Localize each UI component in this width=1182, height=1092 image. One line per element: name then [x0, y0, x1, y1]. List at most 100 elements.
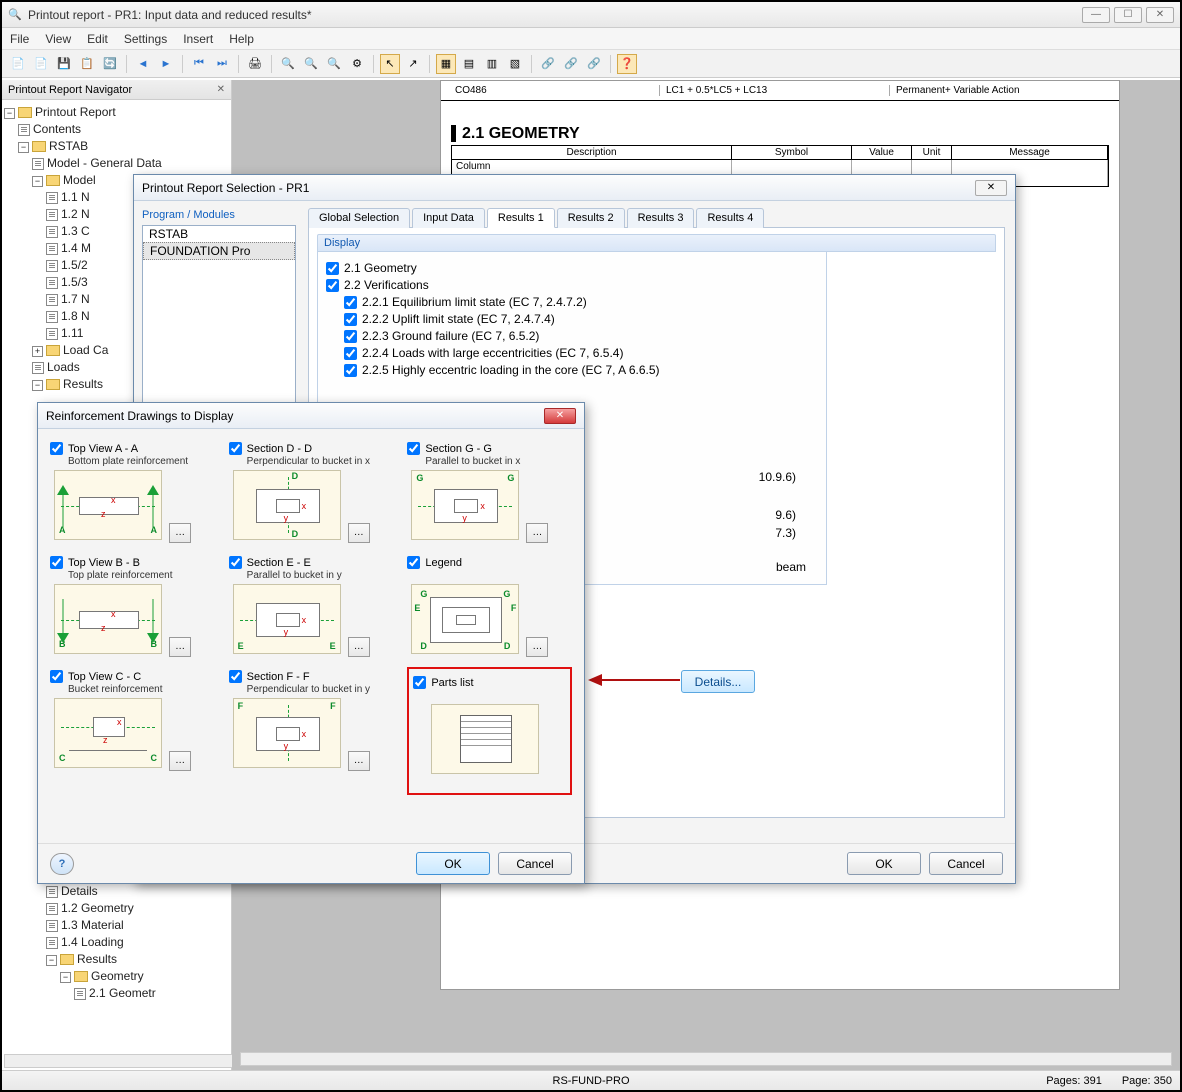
tool-last-icon[interactable]: ⏭ [212, 54, 232, 74]
dlg2-help-button[interactable]: ? [50, 853, 74, 875]
browse-e-button[interactable]: … [348, 637, 370, 657]
chk-geometry[interactable]: 2.1 Geometry [326, 261, 818, 275]
browse-legend-button[interactable]: … [526, 637, 548, 657]
tool-refresh-icon[interactable]: 🔄 [100, 54, 120, 74]
tab-input-data[interactable]: Input Data [412, 208, 485, 228]
page-hdr-lc: LC1 + 0.5*LC5 + LC13 [659, 85, 889, 96]
tool-save-icon[interactable]: 💾 [54, 54, 74, 74]
thumb-legend: GG DD EF [411, 584, 519, 654]
cell-top-view-a: Top View A - A Bottom plate reinforcemen… [50, 439, 215, 543]
module-foundation-pro[interactable]: FOUNDATION Pro [143, 242, 295, 260]
tool-link1-icon[interactable]: 🔗 [538, 54, 558, 74]
tool-next-icon[interactable]: ► [156, 54, 176, 74]
thumb-b: BB xz [54, 584, 162, 654]
tool-help-icon[interactable]: ❓ [617, 54, 637, 74]
tab-results-4[interactable]: Results 4 [696, 208, 764, 228]
tool-page4-icon[interactable]: ▧ [505, 54, 525, 74]
thumb-g: GG xy [411, 470, 519, 540]
section-title: 2.1 GEOMETRY [441, 119, 1119, 145]
chk-verifications[interactable]: 2.2 Verifications [326, 278, 818, 292]
cell-section-g: Section G - G Parallel to bucket in x GG… [407, 439, 572, 543]
menu-insert[interactable]: Insert [183, 32, 213, 46]
tool-prev-icon[interactable]: ◄ [133, 54, 153, 74]
menu-help[interactable]: Help [229, 32, 254, 46]
cell-top-view-b: Top View B - B Top plate reinforcement B… [50, 553, 215, 657]
menu-settings[interactable]: Settings [124, 32, 167, 46]
minimize-button[interactable]: — [1082, 7, 1110, 23]
menu-edit[interactable]: Edit [87, 32, 108, 46]
status-page: Page: 350 [1122, 1075, 1172, 1087]
thumb-f: FF xy [233, 698, 341, 768]
dlg1-close-icon[interactable]: ✕ [975, 180, 1007, 196]
toolbar: 📄 📄 💾 📋 🔄 ◄ ► ⏮ ⏭ 🖨 🔍 🔍 🔍 ⚙ ↖ ↗ ▦ ▤ ▥ ▧ … [2, 50, 1180, 78]
chk-ground-failure[interactable]: 2.2.3 Ground failure (EC 7, 6.5.2) [344, 329, 818, 343]
tool-first-icon[interactable]: ⏮ [189, 54, 209, 74]
dlg2-cancel-button[interactable]: Cancel [498, 852, 572, 875]
cell-parts-list: Parts list [407, 667, 572, 795]
chk-equilibrium[interactable]: 2.2.1 Equilibrium limit state (EC 7, 2.4… [344, 295, 818, 309]
menu-view[interactable]: View [45, 32, 71, 46]
navigator-close-icon[interactable]: ✕ [217, 84, 225, 95]
browse-d-button[interactable]: … [348, 523, 370, 543]
tool-zoomin-icon[interactable]: 🔍 [301, 54, 321, 74]
dlg1-ok-button[interactable]: OK [847, 852, 921, 875]
tool-pointer-icon[interactable]: ↗ [403, 54, 423, 74]
tool-zoomout-icon[interactable]: 🔍 [278, 54, 298, 74]
status-pages: Pages: 391 [1046, 1075, 1102, 1087]
menu-file[interactable]: File [10, 32, 29, 46]
browse-f-button[interactable]: … [348, 751, 370, 771]
status-app: RS-FUND-PRO [553, 1075, 630, 1087]
chk-highly-ecc[interactable]: 2.2.5 Highly eccentric loading in the co… [344, 363, 818, 377]
page-hdr-action: Permanent+ Variable Action [889, 85, 1111, 96]
tool-page3-icon[interactable]: ▥ [482, 54, 502, 74]
tool-page1-icon[interactable]: ▦ [436, 54, 456, 74]
chk-uplift[interactable]: 2.2.2 Uplift limit state (EC 7, 2.4.7.4) [344, 312, 818, 326]
app-icon: 🔍 [8, 8, 22, 22]
tool-zoomfit-icon[interactable]: 🔍 [324, 54, 344, 74]
tool-settings-icon[interactable]: ⚙ [347, 54, 367, 74]
thumb-parts [431, 704, 539, 774]
navigator-header: Printout Report Navigator ✕ [2, 80, 231, 100]
dlg1-title: Printout Report Selection - PR1 [142, 181, 975, 195]
cell-section-d: Section D - D Perpendicular to bucket in… [229, 439, 394, 543]
reinforcement-drawings-dialog: Reinforcement Drawings to Display ✕ Top … [37, 402, 585, 884]
statusbar: RS-FUND-PRO Pages: 391 Page: 350 [2, 1070, 1180, 1090]
browse-c-button[interactable]: … [169, 751, 191, 771]
thumb-e: EE xy [233, 584, 341, 654]
dlg2-close-icon[interactable]: ✕ [544, 408, 576, 424]
dlg2-ok-button[interactable]: OK [416, 852, 490, 875]
browse-b-button[interactable]: … [169, 637, 191, 657]
tab-results-3[interactable]: Results 3 [627, 208, 695, 228]
display-group-header: Display [317, 234, 996, 252]
navigator-title: Printout Report Navigator [8, 84, 132, 96]
browse-a-button[interactable]: … [169, 523, 191, 543]
page-hdr-co: CO486 [449, 85, 659, 96]
callout-arrow-icon [588, 672, 680, 688]
tool-link2-icon[interactable]: 🔗 [561, 54, 581, 74]
module-rstab[interactable]: RSTAB [143, 226, 295, 242]
dlg1-cancel-button[interactable]: Cancel [929, 852, 1003, 875]
window-title: Printout report - PR1: Input data and re… [28, 8, 1082, 22]
tool-link3-icon[interactable]: 🔗 [584, 54, 604, 74]
tool-page2-icon[interactable]: ▤ [459, 54, 479, 74]
navigator-scrollbar[interactable] [4, 1054, 232, 1068]
tool-select-icon[interactable]: ↖ [380, 54, 400, 74]
tool-new-icon[interactable]: 📄 [8, 54, 28, 74]
tab-global-selection[interactable]: Global Selection [308, 208, 410, 228]
close-button[interactable]: ✕ [1146, 7, 1174, 23]
details-button[interactable]: Details... [681, 670, 755, 693]
titlebar: 🔍 Printout report - PR1: Input data and … [2, 2, 1180, 28]
doc-scrollbar[interactable] [240, 1052, 1172, 1066]
cell-legend: Legend GG DD EF … [407, 553, 572, 657]
maximize-button[interactable]: ☐ [1114, 7, 1142, 23]
dlg1-tabs: Global Selection Input Data Results 1 Re… [308, 207, 1005, 228]
tool-open-icon[interactable]: 📄 [31, 54, 51, 74]
tab-results-2[interactable]: Results 2 [557, 208, 625, 228]
browse-g-button[interactable]: … [526, 523, 548, 543]
tab-results-1[interactable]: Results 1 [487, 208, 555, 228]
program-modules-label: Program / Modules [142, 209, 296, 221]
tool-copy-icon[interactable]: 📋 [77, 54, 97, 74]
thumb-a: AA xz [54, 470, 162, 540]
chk-large-ecc[interactable]: 2.2.4 Loads with large eccentricities (E… [344, 346, 818, 360]
tool-print-icon[interactable]: 🖨 [245, 54, 265, 74]
